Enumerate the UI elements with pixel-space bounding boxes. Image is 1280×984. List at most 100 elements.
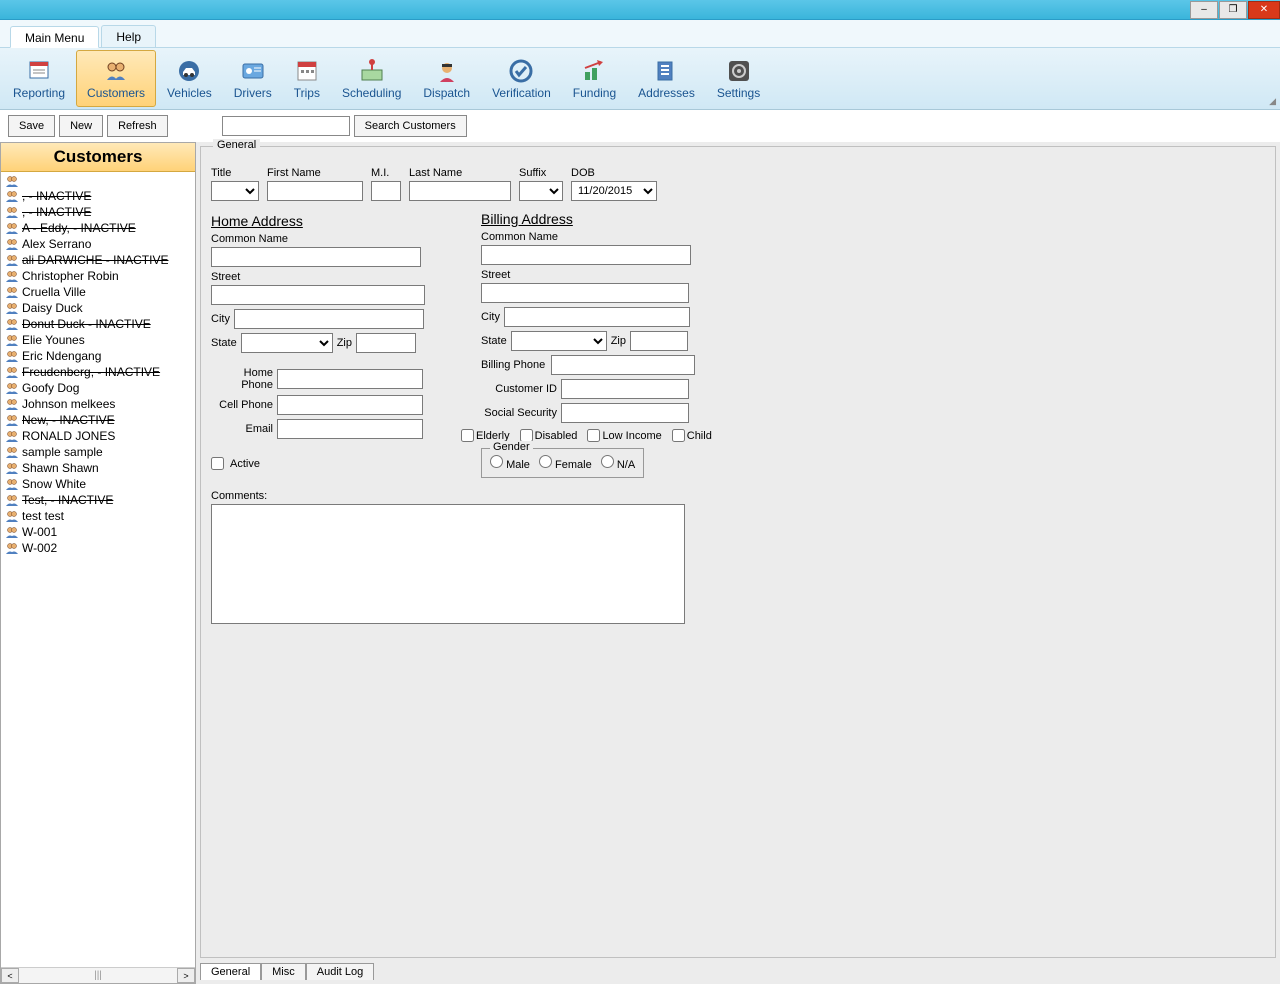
- ribbon-reporting[interactable]: Reporting: [2, 50, 76, 107]
- billing-zip-input[interactable]: [630, 331, 688, 351]
- home-zip-input[interactable]: [356, 333, 416, 353]
- ribbon-expand-icon[interactable]: ◢: [1269, 96, 1276, 107]
- list-item[interactable]: test test: [3, 508, 193, 524]
- ribbon-drivers[interactable]: Drivers: [223, 50, 283, 107]
- list-item[interactable]: Freudenberg, - INACTIVE: [3, 364, 193, 380]
- refresh-button[interactable]: Refresh: [107, 115, 168, 137]
- list-item[interactable]: Christopher Robin: [3, 268, 193, 284]
- save-button[interactable]: Save: [8, 115, 55, 137]
- list-item[interactable]: Snow White: [3, 476, 193, 492]
- suffix-select[interactable]: [519, 181, 563, 201]
- minimize-button[interactable]: –: [1190, 1, 1218, 19]
- list-item[interactable]: Elie Younes: [3, 332, 193, 348]
- tab-general[interactable]: General: [200, 963, 261, 980]
- maximize-button[interactable]: ❐: [1219, 1, 1247, 19]
- home-street-input[interactable]: [211, 285, 425, 305]
- customers-list[interactable]: , - INACTIVE, - INACTIVEA - Eddy, - INAC…: [1, 172, 195, 967]
- sidebar-title: Customers: [1, 143, 195, 172]
- billing-phone-input[interactable]: [551, 355, 695, 375]
- tab-main-menu[interactable]: Main Menu: [10, 26, 99, 48]
- list-item[interactable]: W-001: [3, 524, 193, 540]
- child-checkbox[interactable]: [672, 429, 685, 442]
- ribbon-addresses-label: Addresses: [638, 86, 695, 100]
- list-item[interactable]: ali DARWICHE - INACTIVE: [3, 252, 193, 268]
- firstname-input[interactable]: [267, 181, 363, 201]
- list-item[interactable]: New, - INACTIVE: [3, 412, 193, 428]
- elderly-checkbox[interactable]: [461, 429, 474, 442]
- gender-female-radio[interactable]: [539, 455, 552, 468]
- search-input[interactable]: [222, 116, 350, 136]
- list-item[interactable]: , - INACTIVE: [3, 204, 193, 220]
- mi-input[interactable]: [371, 181, 401, 201]
- list-item-label: W-002: [22, 541, 57, 555]
- tab-audit-log[interactable]: Audit Log: [306, 963, 374, 980]
- ribbon-dispatch[interactable]: Dispatch: [412, 50, 481, 107]
- email-input[interactable]: [277, 419, 423, 439]
- list-item[interactable]: Cruella Ville: [3, 284, 193, 300]
- settings-icon: [726, 58, 752, 84]
- scroll-left-button[interactable]: <: [1, 968, 19, 983]
- ribbon-customers[interactable]: Customers: [76, 50, 156, 107]
- lastname-label: Last Name: [409, 167, 511, 179]
- customer-id-input[interactable]: [561, 379, 689, 399]
- new-button[interactable]: New: [59, 115, 103, 137]
- gender-na-radio[interactable]: [601, 455, 614, 468]
- ribbon-verification[interactable]: Verification: [481, 50, 562, 107]
- ribbon-settings[interactable]: Settings: [706, 50, 771, 107]
- list-item-label: Eric Ndengang: [22, 349, 101, 363]
- list-item[interactable]: W-002: [3, 540, 193, 556]
- active-checkbox[interactable]: [211, 457, 224, 470]
- sidebar-scrollbar[interactable]: < ||| >: [1, 967, 195, 983]
- billing-phone-label: Billing Phone: [481, 359, 547, 371]
- verification-icon: [508, 58, 534, 84]
- list-item[interactable]: Shawn Shawn: [3, 460, 193, 476]
- list-item-label: Snow White: [22, 477, 86, 491]
- cell-phone-input[interactable]: [277, 395, 423, 415]
- ribbon-scheduling[interactable]: Scheduling: [331, 50, 412, 107]
- list-item[interactable]: [3, 174, 193, 188]
- lastname-input[interactable]: [409, 181, 511, 201]
- ribbon-trips[interactable]: Trips: [283, 50, 331, 107]
- billing-common-input[interactable]: [481, 245, 691, 265]
- list-item[interactable]: Donut Duck - INACTIVE: [3, 316, 193, 332]
- ribbon-vehicles[interactable]: Vehicles: [156, 50, 223, 107]
- dob-input[interactable]: 11/20/2015: [571, 181, 657, 201]
- close-button[interactable]: ✕: [1248, 1, 1280, 19]
- comments-textarea[interactable]: [211, 504, 685, 624]
- lowincome-checkbox[interactable]: [587, 429, 600, 442]
- home-state-select[interactable]: [241, 333, 333, 353]
- scroll-right-button[interactable]: >: [177, 968, 195, 983]
- list-item[interactable]: A - Eddy, - INACTIVE: [3, 220, 193, 236]
- list-item[interactable]: Test, - INACTIVE: [3, 492, 193, 508]
- trips-icon: [294, 58, 320, 84]
- list-item[interactable]: Eric Ndengang: [3, 348, 193, 364]
- ribbon-drivers-label: Drivers: [234, 86, 272, 100]
- list-item[interactable]: RONALD JONES: [3, 428, 193, 444]
- list-item[interactable]: Goofy Dog: [3, 380, 193, 396]
- ribbon-addresses[interactable]: Addresses: [627, 50, 706, 107]
- tab-help[interactable]: Help: [101, 25, 156, 47]
- home-city-input[interactable]: [234, 309, 424, 329]
- billing-street-label: Street: [481, 269, 721, 281]
- home-phone-input[interactable]: [277, 369, 423, 389]
- ssn-input[interactable]: [561, 403, 689, 423]
- list-item-label: Cruella Ville: [22, 285, 86, 299]
- list-item-label: , - INACTIVE: [22, 189, 91, 203]
- scroll-track[interactable]: |||: [19, 968, 177, 983]
- list-item[interactable]: Johnson melkees: [3, 396, 193, 412]
- tab-misc[interactable]: Misc: [261, 963, 306, 980]
- list-item[interactable]: sample sample: [3, 444, 193, 460]
- list-item[interactable]: , - INACTIVE: [3, 188, 193, 204]
- billing-state-select[interactable]: [511, 331, 607, 351]
- gender-male-radio[interactable]: [490, 455, 503, 468]
- search-customers-button[interactable]: Search Customers: [354, 115, 467, 137]
- ribbon-funding[interactable]: Funding: [562, 50, 627, 107]
- list-item[interactable]: Alex Serrano: [3, 236, 193, 252]
- home-common-input[interactable]: [211, 247, 421, 267]
- list-item[interactable]: Daisy Duck: [3, 300, 193, 316]
- title-select[interactable]: [211, 181, 259, 201]
- billing-city-input[interactable]: [504, 307, 690, 327]
- list-item-label: , - INACTIVE: [22, 205, 91, 219]
- billing-street-input[interactable]: [481, 283, 689, 303]
- list-item-label: test test: [22, 509, 64, 523]
